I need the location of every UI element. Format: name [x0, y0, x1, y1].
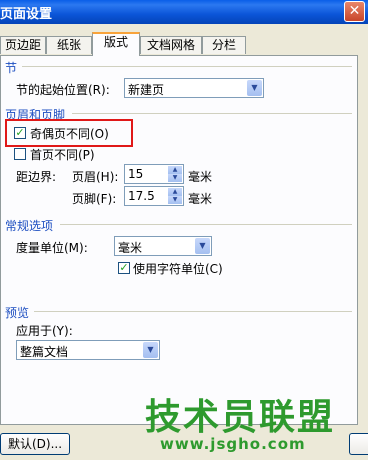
tab-document-grid[interactable]: 文档网格 [140, 36, 202, 54]
header-distance-unit: 毫米 [188, 170, 213, 184]
chevron-up-icon[interactable]: ▲ [168, 166, 182, 174]
header-distance-value: 15 [128, 167, 144, 181]
chevron-up-icon[interactable]: ▲ [168, 188, 182, 196]
divider [72, 113, 352, 114]
section-start-label: 节的起始位置(R): [16, 83, 110, 97]
chevron-down-icon[interactable]: ▼ [195, 238, 210, 254]
group-section-title: 节 [5, 61, 18, 75]
divider [60, 224, 352, 225]
ok-button[interactable] [349, 433, 368, 455]
from-edge-label: 距边界: [16, 170, 57, 184]
group-preview-title: 预览 [5, 306, 30, 320]
highlight-box [5, 119, 133, 147]
footer-distance-label: 页脚(F): [72, 192, 117, 206]
watermark-url: www.jsgho.com [160, 435, 306, 453]
group-general-title: 常规选项 [5, 219, 54, 233]
section-start-value: 新建页 [128, 83, 165, 97]
divider [34, 311, 352, 312]
section-start-select[interactable]: 新建页 ▼ [124, 78, 264, 98]
header-distance-label: 页眉(H): [72, 170, 119, 184]
measure-unit-select[interactable]: 毫米 ▼ [114, 236, 212, 256]
tab-margins[interactable]: 页边距 [0, 36, 46, 54]
default-button[interactable]: 默认(D)... [0, 433, 70, 455]
apply-to-select[interactable]: 整篇文档 ▼ [16, 340, 160, 360]
footer-distance-value: 17.5 [128, 189, 155, 203]
char-units-label[interactable]: 使用字符单位(C) [133, 260, 223, 277]
chevron-down-icon[interactable]: ▼ [168, 174, 182, 182]
title-bar [0, 0, 368, 24]
first-page-label[interactable]: 首页不同(P) [30, 146, 95, 163]
close-icon[interactable]: ✕ [344, 1, 365, 22]
measure-unit-label: 度量单位(M): [16, 241, 88, 255]
window-title: 页面设置 [0, 7, 53, 22]
tab-paper[interactable]: 纸张 [46, 36, 92, 54]
char-units-checkbox[interactable]: ✓ [118, 262, 130, 274]
apply-to-label: 应用于(Y): [16, 324, 73, 338]
tab-layout[interactable]: 版式 [92, 32, 140, 56]
footer-distance-unit: 毫米 [188, 192, 213, 206]
header-distance-spinner[interactable]: 15 ▲ ▼ [124, 164, 184, 184]
chevron-down-icon[interactable]: ▼ [143, 342, 158, 358]
footer-distance-spinner[interactable]: 17.5 ▲ ▼ [124, 186, 184, 206]
measure-unit-value: 毫米 [118, 241, 143, 255]
divider [22, 66, 352, 67]
tab-columns[interactable]: 分栏 [202, 36, 246, 54]
apply-to-value: 整篇文档 [20, 345, 69, 359]
first-page-checkbox[interactable] [14, 148, 26, 160]
chevron-down-icon[interactable]: ▼ [168, 196, 182, 204]
chevron-down-icon[interactable]: ▼ [247, 80, 262, 96]
watermark-brand: 技术员联盟 [145, 397, 336, 438]
